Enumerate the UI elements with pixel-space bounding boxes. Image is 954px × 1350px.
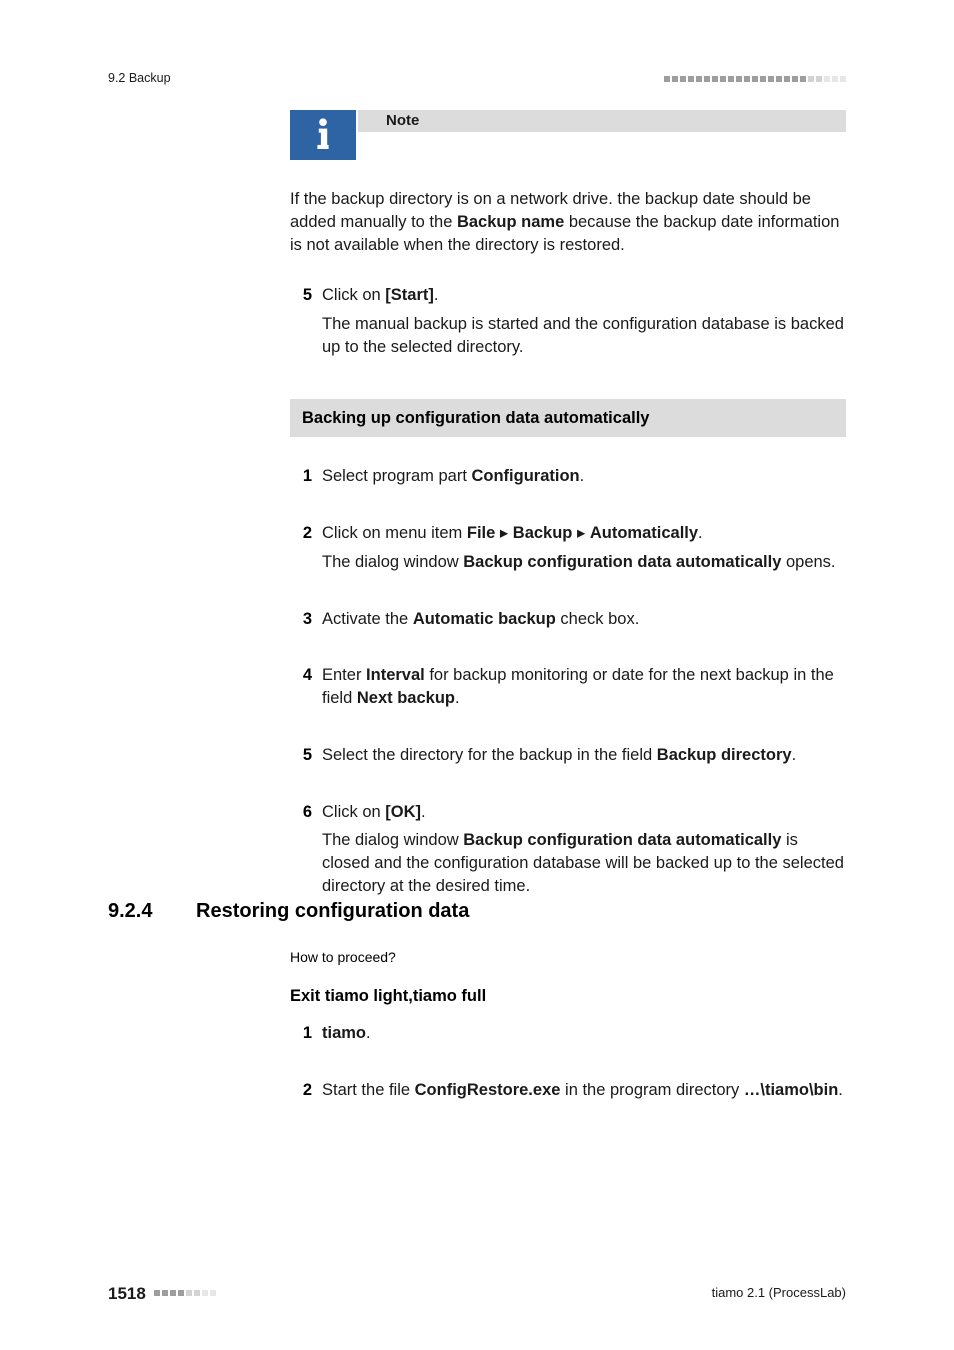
step-bold: [OK]	[385, 803, 421, 821]
page: 9.2 Backup	[0, 0, 954, 1350]
step-bold: ConfigRestore.exe	[415, 1081, 561, 1099]
auto-step-1: 1 Select program part Configuration.	[290, 465, 846, 494]
step-text-post: .	[366, 1024, 371, 1042]
step-number: 6	[290, 801, 322, 824]
section-924-body: How to proceed? Exit tiamo light,tiamo f…	[290, 940, 846, 1108]
step-number: 5	[290, 284, 322, 307]
step-text-post: check box.	[556, 610, 639, 628]
heading-number: 9.2.4	[108, 898, 196, 926]
step-text-mid: in the program directory	[560, 1081, 743, 1099]
auto-step-2: 2 Click on menu item File ▸ Backup ▸ Aut…	[290, 522, 846, 580]
header-section: 9.2 Backup	[108, 70, 171, 87]
step-text: Enter	[322, 666, 366, 684]
step-text: Select the directory for the backup in t…	[322, 746, 657, 764]
step-number: 3	[290, 608, 322, 631]
step-bold: File	[467, 524, 495, 542]
step-text: Select program part	[322, 467, 471, 485]
page-footer: 1518 tiamo 2.1 (ProcessLab)	[108, 1282, 846, 1305]
exit-step-2: 2 Start the file ConfigRestore.exe in th…	[290, 1079, 846, 1108]
footer-squares-icon	[154, 1290, 216, 1296]
heading-title: Restoring configuration data	[196, 898, 469, 926]
menu-sep: ▸	[495, 524, 512, 542]
step-text: Start the file	[322, 1081, 415, 1099]
how-to-proceed: How to proceed?	[290, 948, 846, 967]
step-number: 1	[290, 1022, 322, 1045]
step-text: Click on	[322, 803, 385, 821]
auto-step-3: 3 Activate the Automatic backup check bo…	[290, 608, 846, 637]
heading-924: 9.2.4 Restoring configuration data	[108, 898, 469, 926]
step-text-post: .	[792, 746, 797, 764]
step-sub-post: opens.	[781, 553, 835, 571]
step-number: 2	[290, 522, 322, 545]
auto-step-5: 5 Select the directory for the backup in…	[290, 744, 846, 773]
step-bold: [Start]	[385, 286, 434, 304]
step-sub-bold: Backup configuration data automatically	[463, 831, 781, 849]
page-number: 1518	[108, 1282, 146, 1305]
auto-step-4: 4 Enter Interval for backup monitoring o…	[290, 664, 846, 716]
note-title: Note	[358, 110, 846, 132]
step-sub-bold: Backup configuration data automatically	[463, 553, 781, 571]
main-content: Note If the backup directory is on a net…	[290, 110, 846, 904]
step-bold: Automatically	[590, 524, 698, 542]
step-text-post: .	[838, 1081, 843, 1099]
note-body: If the backup directory is on a network …	[290, 188, 846, 256]
step-bold: Next backup	[357, 689, 455, 707]
step-sub: The manual backup is started and the con…	[322, 313, 846, 359]
step-number: 5	[290, 744, 322, 767]
step-sub-pre: The dialog window	[322, 553, 463, 571]
step-bold: Interval	[366, 666, 425, 684]
note-bold: Backup name	[457, 213, 564, 231]
step-number: 1	[290, 465, 322, 488]
page-header: 9.2 Backup	[108, 70, 846, 87]
step-bold: Backup directory	[657, 746, 792, 764]
footer-product: tiamo 2.1 (ProcessLab)	[712, 1284, 846, 1302]
step-5-manual: 5 Click on [Start]. The manual backup is…	[290, 284, 846, 364]
step-bold: Configuration	[471, 467, 579, 485]
subheading-auto-backup: Backing up configuration data automatica…	[290, 399, 846, 438]
step-text: Click on menu item	[322, 524, 467, 542]
step-text-post: .	[580, 467, 585, 485]
step-bold: …\tiamo\bin	[744, 1081, 838, 1099]
step-bold: Automatic backup	[413, 610, 556, 628]
note-block: Note If the backup directory is on a net…	[290, 110, 846, 256]
step-text-post: .	[698, 524, 703, 542]
exit-step-1: 1 tiamo.	[290, 1022, 846, 1051]
step-number: 4	[290, 664, 322, 687]
subheading-exit-tiamo: Exit tiamo light,tiamo full	[290, 985, 846, 1008]
step-text: Click on	[322, 286, 385, 304]
step-bold: Backup	[513, 524, 573, 542]
step-number: 2	[290, 1079, 322, 1102]
step-sub-pre: The dialog window	[322, 831, 463, 849]
info-icon	[290, 110, 356, 160]
step-bold: tiamo	[322, 1024, 366, 1042]
step-text-post: .	[421, 803, 426, 821]
step-text-post: .	[434, 286, 439, 304]
auto-step-6: 6 Click on [OK]. The dialog window Backu…	[290, 801, 846, 904]
step-text: Activate the	[322, 610, 413, 628]
step-text-post: .	[455, 689, 460, 707]
header-squares-icon	[664, 76, 846, 82]
menu-sep: ▸	[572, 524, 589, 542]
